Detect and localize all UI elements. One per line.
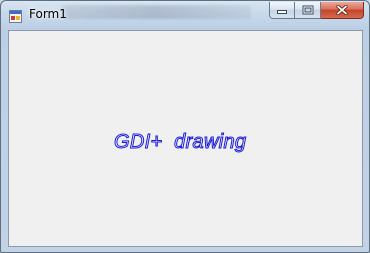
caption-buttons [269,2,364,20]
maximize-button[interactable] [295,2,321,19]
close-button[interactable] [321,2,364,19]
minimize-icon [277,10,287,14]
maximize-icon [302,5,313,15]
window-title: Form1 [29,7,67,21]
gdi-drawing-text: GDI+ drawing [113,131,247,154]
minimize-button[interactable] [269,2,295,19]
close-icon [336,5,348,15]
title-bar[interactable]: Form1 [1,1,369,27]
form-client-area[interactable]: GDI+ drawing [8,30,363,247]
form-app-icon[interactable] [9,8,22,23]
form-window: Form1 GDI+ drawing [0,0,370,253]
